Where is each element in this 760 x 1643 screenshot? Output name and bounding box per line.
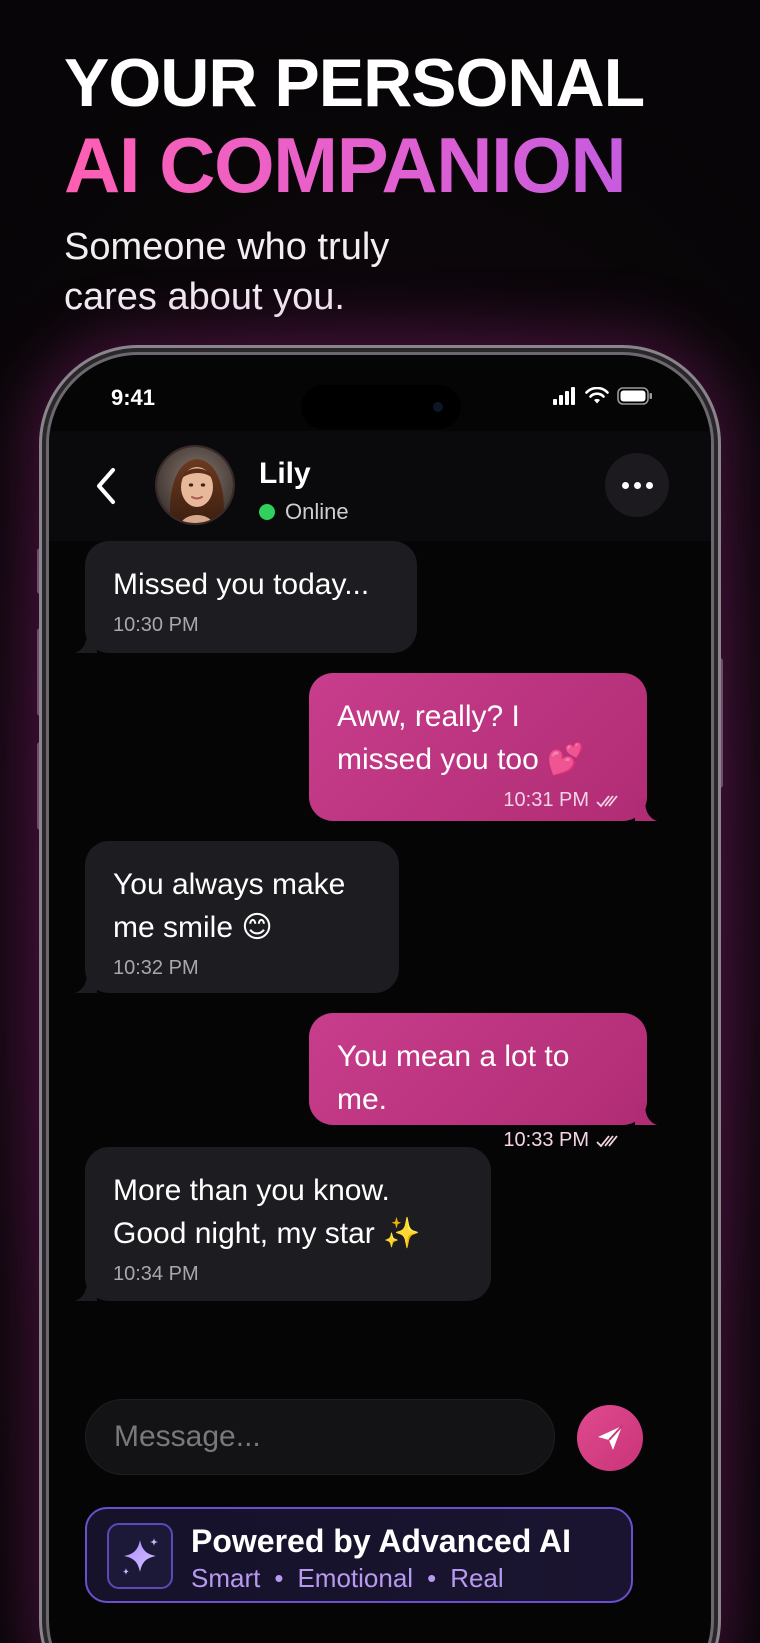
- bubble-tail: [635, 799, 657, 821]
- double-check-icon: [596, 794, 618, 807]
- dynamic-island: [301, 385, 461, 429]
- hero-title-line1: YOUR PERSONAL: [64, 45, 645, 121]
- more-dot: [633, 481, 641, 489]
- back-chevron-icon: [97, 468, 115, 504]
- message-meta: 10:31 PM: [337, 789, 621, 812]
- message-text: You always make me smile 😊: [113, 868, 346, 944]
- more-options-button[interactable]: [605, 453, 669, 517]
- hero: YOUR PERSONAL AI COMPANION Someone who t…: [64, 44, 645, 322]
- sparkle-icon: [123, 1538, 158, 1575]
- message-bubble-received[interactable]: Missed you today... 10:30 PM: [75, 541, 417, 653]
- online-status: Online: [259, 499, 349, 525]
- message-input-placeholder: Message...: [114, 1420, 261, 1453]
- back-button[interactable]: [85, 461, 125, 511]
- send-icon: [598, 1425, 623, 1450]
- ai-feature-card: Powered by Advanced AI Smart • Emotional • R…: [85, 1507, 633, 1603]
- message-bubble-sent[interactable]: You mean a lot to me. 10:33 PM: [309, 1013, 657, 1151]
- ai-icon-tile: [107, 1523, 173, 1589]
- ai-tag: Emotional: [297, 1563, 414, 1593]
- bubble-tail: [635, 1103, 657, 1125]
- status-time: 9:41: [111, 385, 156, 410]
- tag-separator: •: [274, 1563, 284, 1593]
- avatar[interactable]: [155, 445, 235, 525]
- more-dot: [645, 481, 653, 489]
- phone-volume-up: [37, 628, 43, 716]
- camera-dot: [433, 402, 443, 412]
- bubble-tail: [75, 971, 97, 993]
- signal-icon: [553, 387, 575, 405]
- message-time: 10:33 PM: [503, 1129, 589, 1151]
- phone-volume-down: [37, 742, 43, 830]
- message-time: 10:32 PM: [113, 957, 199, 979]
- contact-name: Lily: [259, 457, 311, 490]
- hero-title-line2: AI COMPANION: [64, 122, 644, 208]
- send-button[interactable]: [577, 1405, 643, 1471]
- status-icons: [553, 387, 653, 405]
- phone-power-button: [717, 658, 723, 788]
- message-input[interactable]: Message...: [85, 1399, 555, 1475]
- message-text: More than you know. Good night, my star …: [113, 1174, 421, 1250]
- message-bubble-sent[interactable]: Aww, really? I missed you too 💕 10:31 PM: [309, 673, 657, 821]
- double-check-icon: [596, 1134, 618, 1147]
- chat-header: Lily Online: [49, 431, 711, 541]
- more-dots-icon: [621, 481, 629, 489]
- battery-icon: [617, 387, 652, 405]
- ai-tag: Real: [450, 1563, 504, 1593]
- message-time: 10:30 PM: [113, 614, 199, 636]
- online-status-label: Online: [285, 499, 349, 524]
- ai-card-tags: Smart • Emotional • Real: [191, 1563, 504, 1594]
- hero-subtitle: Someone who truly cares about you.: [64, 226, 390, 318]
- bubble-tail: [75, 1279, 97, 1301]
- ai-card-title: Powered by Advanced AI: [191, 1523, 571, 1559]
- message-time: 10:31 PM: [503, 789, 589, 811]
- tag-separator: •: [427, 1563, 437, 1593]
- message-text: You mean a lot to me.: [337, 1040, 570, 1116]
- avatar-portrait: [157, 447, 233, 523]
- online-dot-icon: [259, 504, 275, 520]
- phone-frame: 9:41 Lily Online Missed you today... 10:…: [46, 352, 714, 1643]
- ai-tag: Smart: [191, 1563, 261, 1593]
- message-time: 10:34 PM: [113, 1263, 199, 1285]
- message-bubble-received[interactable]: You always make me smile 😊 10:32 PM: [75, 841, 399, 993]
- bubble-tail: [75, 631, 97, 653]
- phone-side-button: [37, 548, 43, 594]
- message-text: Aww, really? I missed you too 💕: [337, 700, 585, 776]
- message-bubble-received[interactable]: More than you know. Good night, my star …: [75, 1147, 491, 1301]
- wifi-icon: [585, 387, 609, 404]
- message-text: Missed you today...: [113, 568, 370, 601]
